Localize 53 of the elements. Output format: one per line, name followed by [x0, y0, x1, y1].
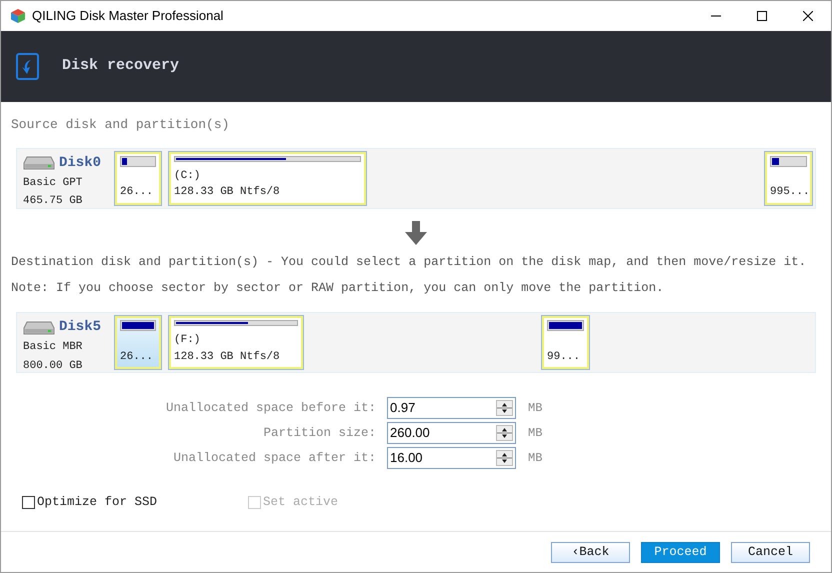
spin-field[interactable]: 16.00: [387, 447, 516, 469]
spinner-arrows-icon: [496, 400, 513, 416]
disk-type: Basic MBR: [23, 340, 84, 355]
partition-info: 26...: [120, 350, 154, 364]
spinner-arrows-icon: [496, 425, 513, 441]
note-text: Note: If you choose sector by sector or RAW partition, you can only move the partition.: [11, 280, 665, 298]
spin-field[interactable]: 260.00: [387, 422, 516, 444]
dialog-button[interactable]: Cancel: [731, 542, 810, 562]
partition-info: 128.33 GB Ntfs/8: [174, 185, 281, 200]
checkbox[interactable]: [22, 496, 35, 508]
unit-label: MB: [528, 450, 542, 467]
partition-block[interactable]: 99...: [542, 316, 589, 369]
close-icon: [803, 11, 813, 21]
disk-size: 465.75 GB: [23, 194, 84, 209]
maximize-icon: [757, 11, 767, 21]
checkbox-label: Set active: [263, 494, 338, 511]
down-arrow-icon: [403, 220, 429, 244]
unit-label: MB: [528, 425, 542, 442]
disk-name: Disk5: [59, 318, 102, 337]
field-label: Unallocated space before it:: [164, 400, 377, 417]
hard-drive-icon: [23, 156, 55, 170]
partition-info: 26...: [120, 185, 154, 200]
window-title: QILING Disk Master Professional: [32, 7, 224, 26]
field-value: 16.00: [389, 449, 424, 468]
recovery-icon: [16, 53, 39, 80]
hard-drive-icon: [23, 320, 55, 334]
partition-letter: (F:): [174, 333, 202, 348]
app-logo-icon: [10, 8, 26, 24]
page-title: Disk recovery: [62, 56, 180, 76]
field-value: 0.97: [389, 399, 416, 418]
spinner-arrows-icon: [496, 450, 513, 466]
partition-block[interactable]: (F:) 128.33 GB Ntfs/8: [169, 316, 303, 369]
partition-block[interactable]: 26...: [115, 152, 161, 204]
section-label: Source disk and partition(s): [11, 116, 230, 134]
section-label: Destination disk and partition(s) - You could select a partition on the disk map, and then move/resize it.: [11, 254, 808, 270]
partition-info: 128.33 GB Ntfs/8: [174, 350, 281, 364]
disk-name: Disk0: [59, 154, 102, 172]
disk-type: Basic GPT: [23, 176, 84, 190]
partition-block[interactable]: (C:) 128.33 GB Ntfs/8: [169, 152, 366, 204]
unit-label: MB: [528, 400, 542, 417]
partition-info: 99...: [547, 350, 582, 364]
partition-block[interactable]: 995...: [765, 152, 812, 204]
checkbox-label: Optimize for SSD: [37, 494, 158, 511]
proceed-button[interactable]: Proceed: [641, 542, 720, 562]
field-label: Unallocated space after it:: [172, 450, 377, 467]
field-value: 260.00: [389, 424, 431, 442]
spin-field[interactable]: 0.97: [387, 397, 516, 419]
dialog-button[interactable]: ‹Back: [551, 542, 630, 562]
disk-size: 800.00 GB: [23, 358, 84, 374]
partition-block[interactable]: 26...: [115, 316, 161, 369]
partition-letter: (C:): [174, 168, 202, 184]
partition-info: 995...: [770, 185, 807, 200]
field-label: Partition size:: [262, 424, 377, 442]
